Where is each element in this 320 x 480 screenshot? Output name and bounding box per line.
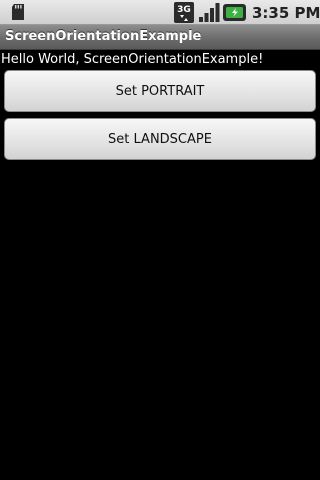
signal-strength-icon [199, 3, 220, 22]
title-bar: ScreenOrientationExample [0, 25, 320, 50]
status-bar: 3G 3:35 PM [0, 0, 320, 25]
status-clock: 3:35 PM [252, 4, 320, 22]
hello-text: Hello World, ScreenOrientationExample! [1, 52, 264, 67]
set-portrait-button[interactable]: Set PORTRAIT [4, 70, 316, 112]
set-landscape-button[interactable]: Set LANDSCAPE [4, 118, 316, 160]
battery-charging-icon [223, 4, 246, 21]
set-portrait-label: Set PORTRAIT [115, 83, 205, 99]
app-title: ScreenOrientationExample [5, 29, 202, 44]
3g-data-icon: 3G [174, 2, 194, 23]
network-type-label: 3G [177, 5, 191, 15]
sd-card-icon [12, 4, 24, 20]
set-landscape-label: Set LANDSCAPE [108, 131, 212, 147]
app-screen: 3G 3:35 PM ScreenOrientationExample Hell… [0, 0, 320, 480]
